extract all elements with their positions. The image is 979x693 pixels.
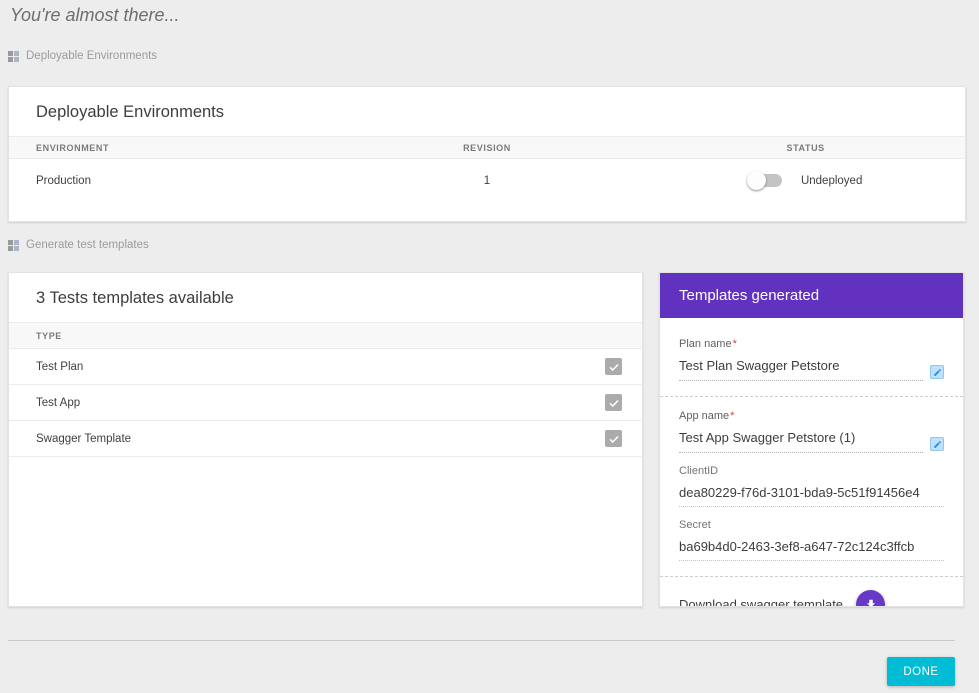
field-label-text: Plan name [679,338,732,350]
template-checkbox[interactable] [605,358,622,375]
check-icon [608,433,620,445]
field-label: ClientID [679,465,944,477]
column-header-status: STATUS [646,143,965,153]
pencil-icon [933,368,942,377]
secret-value: ba69b4d0-2463-3ef8-a647-72c124c3ffcb [679,539,944,561]
client-id-field: ClientID dea80229-f76d-3101-bda9-5c51f91… [679,465,944,507]
generated-card-header: Templates generated [660,273,963,318]
required-marker: * [730,410,734,422]
table-row: Test App [9,385,642,421]
divider [660,396,963,397]
column-header-revision: REVISION [328,143,647,153]
section-label-text: Generate test templates [26,239,149,251]
pencil-icon [933,440,942,449]
field-label: Plan name* [679,338,944,350]
section-header-templates: Generate test templates [8,239,149,251]
done-button[interactable]: DONE [887,657,955,686]
test-templates-card: 3 Tests templates available TYPE Test Pl… [8,272,643,607]
section-label-text: Deployable Environments [26,50,157,62]
generated-card-title: Templates generated [679,287,819,304]
card-title: Deployable Environments [9,87,965,136]
template-checkbox[interactable] [605,394,622,411]
template-type: Test Plan [36,361,83,373]
plan-name-input[interactable]: Test Plan Swagger Petstore [679,358,923,381]
setup-wizard-screen: You're almost there... Deployable Enviro… [0,0,979,693]
table-row: Production 1 Undeployed [9,159,965,202]
column-header-environment: ENVIRONMENT [9,143,328,153]
table-header: TYPE [9,322,642,349]
check-icon [608,397,620,409]
footer-divider [8,640,955,641]
status-label: Undeployed [801,175,862,187]
grid-icon [8,240,19,251]
template-type: Test App [36,397,80,409]
section-header-environments: Deployable Environments [8,50,157,62]
page-title: You're almost there... [10,5,180,26]
plan-name-field: Plan name* Test Plan Swagger Petstore [679,338,944,381]
download-swagger-button[interactable] [856,590,885,607]
required-marker: * [733,338,737,350]
revision-value: 1 [328,175,647,187]
template-checkbox[interactable] [605,430,622,447]
app-name-input[interactable]: Test App Swagger Petstore (1) [679,430,923,453]
client-id-value: dea80229-f76d-3101-bda9-5c51f91456e4 [679,485,944,507]
field-label: App name* [679,410,944,422]
check-icon [608,361,620,373]
app-name-field: App name* Test App Swagger Petstore (1) [679,410,944,453]
templates-generated-card: Templates generated Plan name* Test Plan… [659,272,964,607]
generated-card-body: Plan name* Test Plan Swagger Petstore Ap… [660,318,963,607]
column-header-type: TYPE [36,331,62,341]
status-cell: Undeployed [646,174,965,187]
field-label: Secret [679,519,944,531]
field-label-text: App name [679,410,729,422]
table-header: ENVIRONMENT REVISION STATUS [9,136,965,159]
secret-field: Secret ba69b4d0-2463-3ef8-a647-72c124c3f… [679,519,944,561]
edit-icon[interactable] [930,365,944,379]
toggle-knob [747,171,766,190]
template-type: Swagger Template [36,433,131,445]
edit-icon[interactable] [930,437,944,451]
download-icon [864,598,878,608]
environment-name: Production [9,175,328,187]
divider [660,576,963,577]
download-row: Download swagger template [679,590,944,607]
card-title: 3 Tests templates available [9,273,642,322]
table-row: Test Plan [9,349,642,385]
download-label: Download swagger template [679,597,843,607]
deploy-toggle[interactable] [749,174,782,187]
deployable-environments-card: Deployable Environments ENVIRONMENT REVI… [8,86,966,222]
grid-icon [8,51,19,62]
table-row: Swagger Template [9,421,642,457]
